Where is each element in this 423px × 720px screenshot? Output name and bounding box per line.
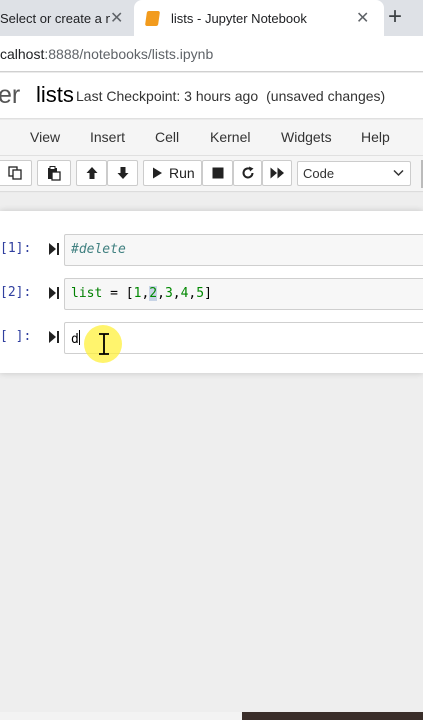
input-prompt: [2]:	[0, 285, 32, 300]
menu-cell[interactable]: Cell	[155, 129, 179, 145]
checkpoint-text: Last Checkpoint: 3 hours ago	[76, 88, 259, 104]
close-icon[interactable]: ✕	[110, 8, 123, 28]
bottom-strip-dark	[242, 712, 423, 720]
address-bar[interactable]: calhost:8888/notebooks/lists.ipynb	[0, 36, 423, 72]
url-path: :8888/notebooks/lists.ipynb	[44, 46, 214, 62]
bottom-strip-light	[0, 712, 242, 720]
run-cell-icon[interactable]	[48, 242, 60, 256]
code-cell[interactable]: [2]: list = [1,2,3,4,5]	[0, 275, 423, 313]
new-tab-icon[interactable]: +	[388, 4, 402, 30]
tab-title: lists - Jupyter Notebook	[171, 10, 307, 26]
chevron-down-icon	[393, 169, 404, 177]
stop-icon	[212, 167, 223, 179]
interrupt-button[interactable]	[202, 160, 233, 186]
jupyter-header: er lists Last Checkpoint: 3 hours ago (un…	[0, 73, 423, 119]
fast-forward-icon	[270, 167, 284, 179]
code-text: d	[71, 332, 79, 347]
text-caret	[78, 330, 80, 345]
menu-view[interactable]: View	[30, 129, 60, 145]
checkpoint-status: Last Checkpoint: 3 hours ago (unsaved cha…	[76, 88, 385, 104]
move-down-button[interactable]	[107, 160, 138, 186]
cell-type-value: Code	[303, 166, 335, 181]
paste-button[interactable]	[37, 160, 71, 186]
refresh-icon	[242, 166, 253, 179]
code-cell[interactable]: [1]: #delete	[0, 231, 423, 269]
code-input[interactable]: list = [1,2,3,4,5]	[64, 278, 423, 310]
input-prompt: [ ]:	[0, 329, 32, 344]
copy-icon	[8, 166, 22, 180]
arrow-up-icon	[86, 167, 97, 179]
play-icon	[153, 167, 162, 179]
code-cell-active[interactable]: [ ]: d	[0, 319, 423, 357]
jupyter-logo[interactable]: er	[0, 81, 20, 110]
notebook-toolbar: Run Code	[0, 156, 423, 192]
notebook-name[interactable]: lists	[36, 82, 74, 108]
browser-tab-notebook[interactable]: lists - Jupyter Notebook ✕	[134, 0, 384, 36]
move-up-button[interactable]	[76, 160, 107, 186]
restart-button[interactable]	[233, 160, 262, 186]
run-cell-icon[interactable]	[48, 330, 60, 344]
browser-tab-strip: Select or create a n ✕ lists - Jupyter N…	[0, 0, 423, 36]
menu-help[interactable]: Help	[361, 129, 390, 145]
menu-bar: View Insert Cell Kernel Widgets Help	[0, 120, 423, 156]
code-text: list = [1,2,3,4,5]	[71, 286, 212, 301]
url-host: calhost	[0, 46, 45, 62]
copy-button[interactable]	[0, 160, 32, 186]
code-text-wrap: d	[71, 330, 80, 347]
run-label: Run	[169, 165, 195, 181]
cell-type-select[interactable]: Code	[297, 161, 411, 186]
browser-tab-home[interactable]: Select or create a n ✕	[0, 0, 134, 36]
text-cursor-icon	[99, 333, 109, 355]
notebook-container: [1]: #delete [2]: list = [1,2,3,4,5] [ ]…	[0, 211, 423, 373]
code-input[interactable]: #delete	[64, 234, 423, 266]
tab-title: Select or create a n	[0, 10, 110, 26]
restart-run-all-button[interactable]	[262, 160, 292, 186]
unsaved-indicator: (unsaved changes)	[266, 88, 386, 104]
paste-icon	[48, 165, 61, 181]
code-text: #delete	[71, 242, 126, 257]
run-button[interactable]: Run	[143, 160, 202, 186]
notebook-area: [1]: #delete [2]: list = [1,2,3,4,5] [ ]…	[0, 193, 423, 720]
arrow-down-icon	[117, 167, 128, 179]
input-prompt: [1]:	[0, 241, 32, 256]
menu-widgets[interactable]: Widgets	[281, 129, 332, 145]
url-text[interactable]: calhost:8888/notebooks/lists.ipynb	[0, 46, 213, 62]
notebook-icon	[144, 10, 161, 26]
run-cell-icon[interactable]	[48, 286, 60, 300]
close-icon[interactable]: ✕	[356, 8, 369, 28]
menu-insert[interactable]: Insert	[90, 129, 125, 145]
menu-kernel[interactable]: Kernel	[210, 129, 250, 145]
